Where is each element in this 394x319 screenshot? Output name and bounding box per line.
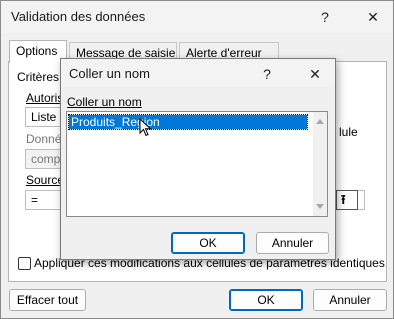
data-label: Donné <box>26 132 62 146</box>
collapse-range-icon: ⭱ <box>341 192 346 207</box>
allow-select-value: Liste <box>31 110 57 124</box>
outer-ok-button-label: OK <box>257 293 275 307</box>
name-list-label: Coller un nom <box>67 95 142 109</box>
ignore-blank-label-fragment: lule <box>339 125 358 139</box>
list-item[interactable]: Produits_Region <box>68 114 308 130</box>
outer-dialog-title: Validation des données <box>11 9 146 24</box>
scroll-down-icon[interactable] <box>316 204 324 209</box>
outer-cancel-button-label: Annuler <box>329 293 371 307</box>
mouse-cursor-icon <box>139 118 152 137</box>
outer-ok-button[interactable]: OK <box>229 289 303 311</box>
inner-cancel-button[interactable]: Annuler <box>256 232 329 254</box>
source-input-value: = <box>31 193 39 207</box>
outer-titlebar: Validation des données ? ✕ <box>1 1 393 33</box>
list-scrollbar[interactable] <box>313 112 327 216</box>
scroll-up-icon[interactable] <box>316 119 324 124</box>
clear-all-button[interactable]: Effacer tout <box>9 289 86 311</box>
inner-help-icon[interactable]: ? <box>259 66 275 82</box>
outer-cancel-button[interactable]: Annuler <box>313 289 387 311</box>
close-icon[interactable]: ✕ <box>365 9 381 25</box>
inner-dialog-title: Coller un nom <box>69 66 150 81</box>
collapse-range-button[interactable]: ⭱ <box>336 190 358 210</box>
allow-label: Autoris <box>26 91 64 105</box>
tab-options-label: Options <box>16 44 58 58</box>
inner-ok-button-label: OK <box>199 236 217 250</box>
name-list[interactable]: Produits_Region <box>66 111 328 217</box>
clear-all-button-label: Effacer tout <box>16 293 79 307</box>
inner-titlebar: Coller un nom ? ✕ <box>61 59 335 87</box>
apply-checkbox[interactable] <box>18 257 31 270</box>
tab-options[interactable]: Options <box>9 40 67 63</box>
source-label: Source <box>26 173 65 187</box>
paste-name-dialog: Coller un nom ? ✕ Coller un nom Produits… <box>60 58 336 260</box>
help-icon[interactable]: ? <box>317 9 333 25</box>
inner-cancel-button-label: Annuler <box>271 236 314 250</box>
inner-ok-button[interactable]: OK <box>171 232 245 254</box>
inner-close-icon[interactable]: ✕ <box>307 66 323 82</box>
